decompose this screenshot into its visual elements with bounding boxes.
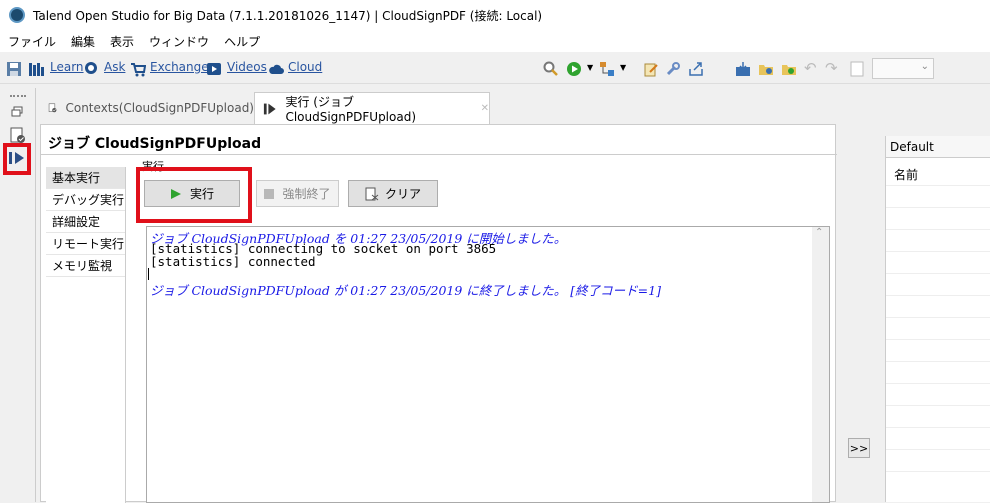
run-job-icon[interactable]	[566, 61, 582, 77]
context-row	[886, 384, 990, 406]
menu-edit[interactable]: 編集	[71, 33, 95, 50]
expand-button[interactable]: >>	[848, 438, 870, 458]
editor-tabs: Contexts(CloudSignPDFUpload) 実行 (ジョブ Clo…	[40, 92, 490, 124]
run-tab-icon	[263, 103, 276, 114]
cart-icon[interactable]	[130, 61, 146, 77]
menu-window[interactable]: ウィンドウ	[149, 33, 209, 50]
kill-button: 強制終了	[256, 180, 339, 207]
cloud-link[interactable]: Cloud	[288, 60, 322, 74]
context-row	[886, 362, 990, 384]
wrench-icon[interactable]	[665, 61, 681, 77]
title-divider	[41, 154, 837, 155]
console-line-end: ジョブ CloudSignPDFUpload が 01:27 23/05/201…	[150, 283, 661, 298]
context-row	[886, 296, 990, 318]
window-title: Talend Open Studio for Big Data (7.1.1.2…	[33, 8, 543, 23]
console-scrollbar[interactable]: ⌃	[812, 227, 829, 502]
close-tab-icon[interactable]: ✕	[481, 103, 489, 114]
context-dropdown[interactable]: ⌄	[872, 58, 934, 79]
console-line: [statistics] connected	[150, 254, 316, 269]
ask-icon[interactable]	[83, 61, 99, 77]
highlight-run-view	[3, 143, 31, 175]
context-row	[886, 230, 990, 252]
talend-logo-icon	[9, 7, 25, 23]
nav-remote-run[interactable]: リモート実行	[46, 233, 125, 255]
restore-icon[interactable]	[11, 106, 23, 118]
books-icon[interactable]	[28, 61, 46, 77]
kill-button-label: 強制終了	[282, 187, 331, 201]
export-icon[interactable]	[688, 61, 704, 77]
video-icon[interactable]	[206, 61, 222, 77]
context-row	[886, 406, 990, 428]
chevron-down-icon: ⌄	[920, 61, 929, 72]
undo-icon: ↶	[804, 59, 817, 77]
context-row	[886, 208, 990, 230]
search-job-icon[interactable]	[543, 61, 559, 77]
tab-contexts-label: Contexts(CloudSignPDFUpload)	[65, 101, 254, 115]
videos-link[interactable]: Videos	[227, 60, 267, 74]
edit-icon[interactable]	[643, 61, 659, 77]
stop-icon	[264, 188, 275, 199]
folder-settings-icon[interactable]	[758, 61, 774, 77]
contexts-icon	[48, 103, 57, 113]
document-icon	[850, 61, 864, 77]
run-editor: ジョブ CloudSignPDFUpload 実行 基本実行 デバッグ実行 詳細…	[40, 124, 837, 503]
redo-icon: ↷	[825, 59, 838, 77]
left-side-bar	[0, 88, 36, 502]
learn-link[interactable]: Learn	[50, 60, 84, 74]
context-panel-header[interactable]: Default	[886, 136, 990, 158]
menu-bar: ファイル 編集 表示 ウィンドウ ヘルプ	[0, 30, 990, 52]
menu-file[interactable]: ファイル	[8, 33, 56, 50]
menu-help[interactable]: ヘルプ	[224, 33, 260, 50]
context-column-name: 名前	[886, 164, 990, 186]
deploy-icon[interactable]	[599, 61, 615, 77]
nav-debug-run[interactable]: デバッグ実行	[46, 189, 125, 211]
context-row	[886, 274, 990, 296]
tab-run[interactable]: 実行 (ジョブ CloudSignPDFUpload) ✕	[254, 92, 490, 124]
run-dropdown-icon[interactable]: ▼	[587, 63, 593, 72]
tab-contexts[interactable]: Contexts(CloudSignPDFUpload)	[40, 92, 254, 124]
main-toolbar: Learn Ask Exchange Videos Cloud ▼ ▼ ↶ ↷ …	[0, 52, 990, 84]
save-icon[interactable]	[6, 61, 22, 77]
nav-basic-run[interactable]: 基本実行	[46, 167, 125, 189]
clear-button-label: クリア	[384, 187, 421, 201]
ask-link[interactable]: Ask	[104, 60, 125, 74]
tab-run-label: 実行 (ジョブ CloudSignPDFUpload)	[285, 95, 417, 124]
context-row	[886, 318, 990, 340]
context-row	[886, 186, 990, 208]
folder-sync-icon[interactable]	[781, 61, 797, 77]
title-bar: Talend Open Studio for Big Data (7.1.1.2…	[0, 0, 990, 30]
scroll-up-icon[interactable]: ⌃	[815, 227, 823, 238]
clipboard-check-icon[interactable]	[9, 126, 27, 144]
text-cursor	[148, 268, 149, 280]
context-row	[886, 450, 990, 472]
highlight-run-button	[136, 167, 252, 223]
nav-advanced-settings[interactable]: 詳細設定	[46, 211, 125, 233]
exchange-link[interactable]: Exchange	[150, 60, 209, 74]
console-output[interactable]: ジョブ CloudSignPDFUpload を 01:27 23/05/201…	[146, 226, 830, 503]
cloud-icon[interactable]	[268, 61, 284, 77]
job-title: ジョブ CloudSignPDFUpload	[48, 136, 262, 152]
context-panel: Default 名前	[885, 136, 990, 502]
clear-icon	[365, 187, 379, 200]
context-row	[886, 428, 990, 450]
deploy-dropdown-icon[interactable]: ▼	[620, 63, 626, 72]
context-row	[886, 340, 990, 362]
nav-memory-monitor[interactable]: メモリ監視	[46, 255, 125, 277]
clear-button[interactable]: クリア	[348, 180, 438, 207]
menu-view[interactable]: 表示	[110, 33, 134, 50]
context-row	[886, 252, 990, 274]
import-icon[interactable]	[735, 61, 751, 77]
run-mode-nav: 基本実行 デバッグ実行 詳細設定 リモート実行 メモリ監視	[46, 167, 126, 503]
drag-handle[interactable]	[10, 95, 26, 97]
